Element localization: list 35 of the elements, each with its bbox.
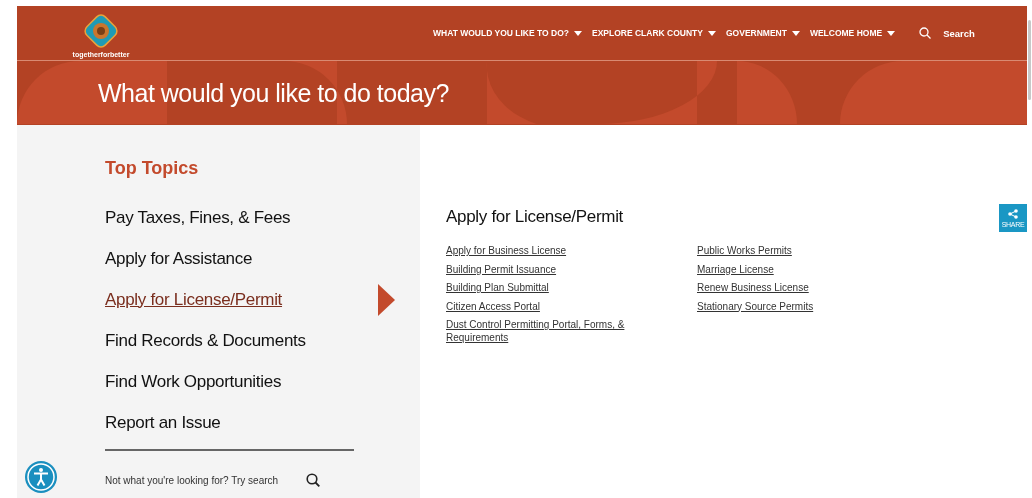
caret-icon — [574, 30, 582, 36]
link[interactable]: Building Plan Submittal — [446, 282, 629, 295]
topic-link[interactable]: Report an Issue — [105, 412, 221, 433]
nav-menu-link[interactable]: GOVERNMENT — [726, 28, 800, 38]
topic-link[interactable]: Find Work Opportunities — [105, 371, 282, 392]
link[interactable]: Renew Business License — [697, 282, 880, 295]
link[interactable]: Dust Control Permitting Portal, Forms, & Requirements — [446, 319, 629, 344]
section-heading: Apply for License/Permit — [446, 207, 624, 227]
banner-arc-shape — [737, 61, 797, 124]
link[interactable]: Public Works Permits — [697, 245, 880, 258]
topic-link[interactable]: Apply for License/Permit — [105, 289, 283, 310]
caret-icon — [708, 30, 716, 36]
search-link[interactable]: Search — [919, 27, 975, 39]
section-heading: Top Topics — [105, 158, 200, 179]
topic-link[interactable]: Apply for Assistance — [105, 248, 253, 269]
search-icon — [919, 27, 932, 39]
pointer-arrow-icon — [378, 283, 395, 316]
topic-link[interactable]: Pay Taxes, Fines, & Fees — [105, 207, 291, 228]
search-prompt: Not what you're looking for? Try search — [105, 474, 279, 486]
page-title: What would you like to do today? — [98, 78, 449, 108]
link[interactable]: Stationary Source Permits — [697, 300, 880, 313]
accessibility-icon[interactable] — [24, 460, 58, 494]
link[interactable]: Apply for Business License — [446, 245, 629, 258]
scrollbar[interactable] — [1028, 20, 1031, 100]
nav-menu-link[interactable]: EXPLORE CLARK COUNTY — [592, 28, 716, 38]
search-icon[interactable] — [306, 473, 321, 487]
topic-link[interactable]: Find Records & Documents — [105, 330, 306, 351]
nav-menu-link[interactable]: WHAT WOULD YOU LIKE TO DO? — [433, 28, 582, 38]
share-icon — [1008, 208, 1018, 219]
nav-menu-link[interactable]: WELCOME HOME — [809, 28, 896, 38]
link[interactable]: Building Permit Issuance — [446, 263, 629, 276]
caret-icon — [791, 30, 800, 36]
link[interactable]: Marriage License — [697, 263, 880, 276]
caret-icon — [887, 30, 896, 36]
link[interactable]: Citizen Access Portal — [446, 300, 629, 313]
